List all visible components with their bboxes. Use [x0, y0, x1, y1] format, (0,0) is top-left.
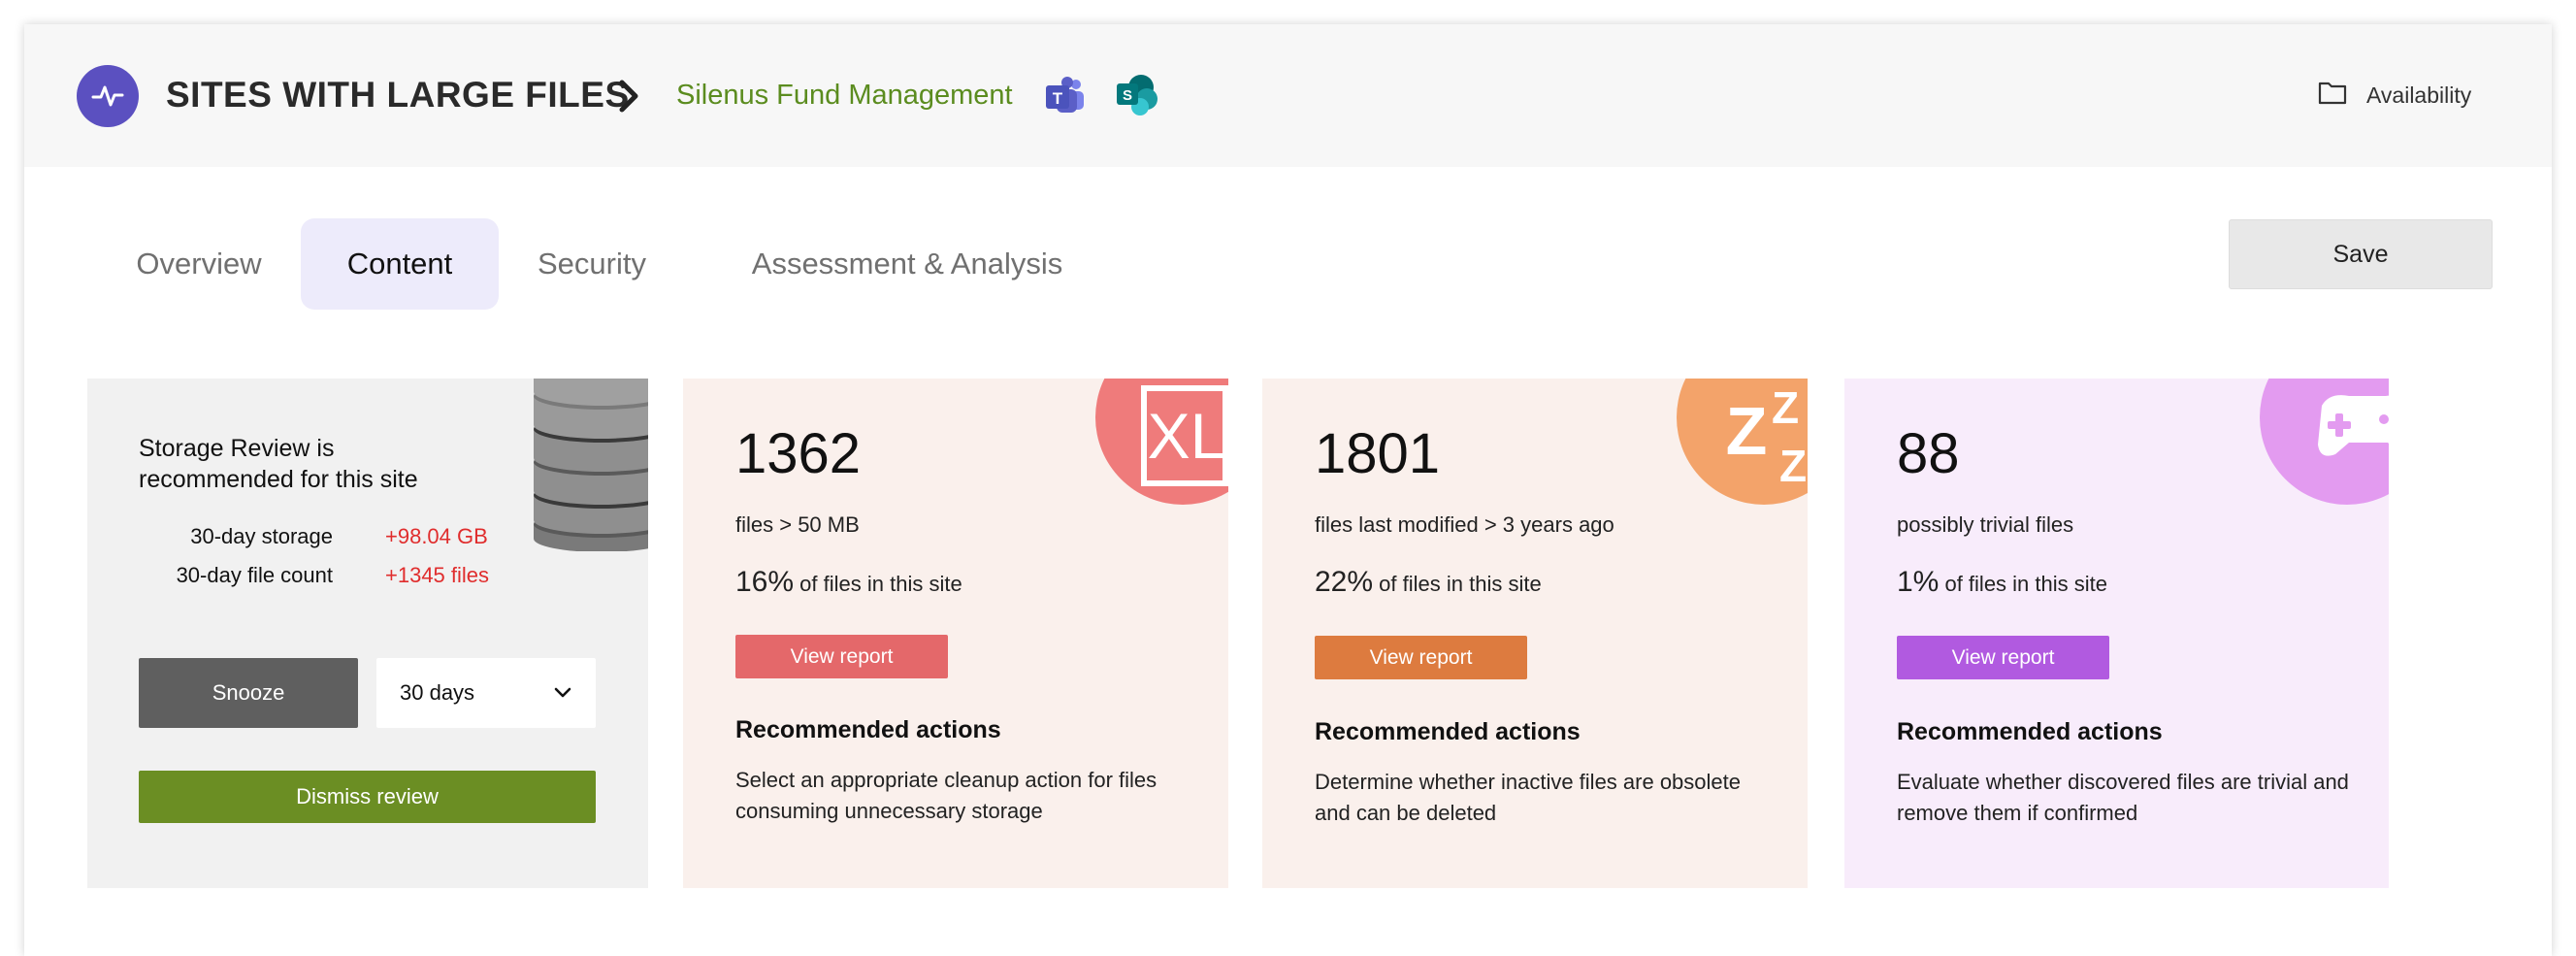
card-description: files > 50 MB — [735, 512, 860, 537]
teams-icon[interactable]: T — [1044, 75, 1087, 117]
folder-icon — [2318, 80, 2347, 111]
recommended-actions-text: Select an appropriate cleanup action for… — [735, 768, 1158, 823]
svg-text:Z: Z — [1772, 382, 1799, 433]
svg-text:XL: XL — [1148, 400, 1226, 472]
dismiss-review-button[interactable]: Dismiss review — [139, 771, 596, 823]
view-report-button[interactable]: View report — [735, 635, 948, 678]
large-files-card: XL 1362 files > 50 MB 16% of files in th… — [683, 379, 1228, 888]
app-frame: SITES WITH LARGE FILES Silenus Fund Mana… — [24, 24, 2552, 956]
card-description: files last modified > 3 years ago — [1315, 512, 1614, 537]
view-report-button[interactable]: View report — [1897, 636, 2109, 679]
review-title: Storage Review is recommended for this s… — [139, 435, 418, 493]
availability-link[interactable]: Availability — [2318, 79, 2471, 112]
storage-review-panel: Storage Review is recommended for this s… — [87, 379, 648, 888]
chevron-right-icon — [610, 77, 647, 115]
stat-label: 30-day file count — [176, 563, 333, 587]
tab-bar: Overview Content Security Assessment & A… — [24, 218, 1189, 310]
sleep-icon: Z Z Z — [1677, 379, 1808, 505]
card-description: possibly trivial files — [1897, 512, 2074, 537]
card-percent: 1% of files in this site — [1897, 566, 2107, 598]
tab-overview[interactable]: Overview — [115, 218, 282, 310]
sharepoint-icon[interactable]: S — [1115, 73, 1159, 117]
stat-file-count-row: 30-day file count +1345 files — [87, 563, 648, 594]
view-report-button[interactable]: View report — [1315, 636, 1527, 679]
chevron-down-icon — [553, 680, 572, 706]
stat-storage-row: 30-day storage +98.04 GB — [87, 524, 648, 555]
snooze-duration-select[interactable]: 30 days — [376, 658, 596, 728]
card-count: 1362 — [735, 422, 862, 485]
gamepad-icon — [2260, 379, 2389, 505]
tab-security[interactable]: Security — [519, 218, 665, 310]
stat-value: +1345 files — [385, 563, 490, 587]
tab-content[interactable]: Content — [301, 218, 499, 310]
card-percent: 16% of files in this site — [735, 566, 962, 598]
card-count: 88 — [1897, 422, 1960, 485]
card-count: 1801 — [1315, 422, 1441, 485]
recommended-actions-title: Recommended actions — [1315, 718, 1581, 745]
recommended-actions-title: Recommended actions — [1897, 718, 2163, 745]
header-bar: SITES WITH LARGE FILES Silenus Fund Mana… — [24, 24, 2552, 167]
card-percent: 22% of files in this site — [1315, 566, 1542, 598]
recommended-actions-text: Determine whether inactive files are obs… — [1315, 770, 1742, 825]
save-button[interactable]: Save — [2229, 219, 2493, 289]
snooze-button[interactable]: Snooze — [139, 658, 358, 728]
snooze-duration-value: 30 days — [400, 680, 475, 705]
recommended-actions-title: Recommended actions — [735, 716, 1001, 743]
svg-text:Z: Z — [1779, 441, 1807, 491]
site-name-link[interactable]: Silenus Fund Management — [676, 80, 1013, 112]
availability-label: Availability — [2366, 82, 2472, 108]
trivial-files-card: 88 possibly trivial files 1% of files in… — [1844, 379, 2389, 888]
stat-label: 30-day storage — [190, 524, 333, 548]
svg-text:Z: Z — [1726, 393, 1768, 469]
recommended-actions-text: Evaluate whether discovered files are tr… — [1897, 770, 2349, 825]
pulse-logo-icon — [77, 65, 139, 127]
svg-text:T: T — [1053, 89, 1063, 108]
tab-assessment-analysis[interactable]: Assessment & Analysis — [723, 218, 1092, 310]
xl-file-icon: XL — [1095, 379, 1228, 505]
page-title: SITES WITH LARGE FILES — [166, 75, 630, 115]
svg-text:S: S — [1123, 87, 1132, 104]
stale-files-card: Z Z Z 1801 files last modified > 3 years… — [1262, 379, 1808, 888]
stat-value: +98.04 GB — [385, 524, 488, 548]
